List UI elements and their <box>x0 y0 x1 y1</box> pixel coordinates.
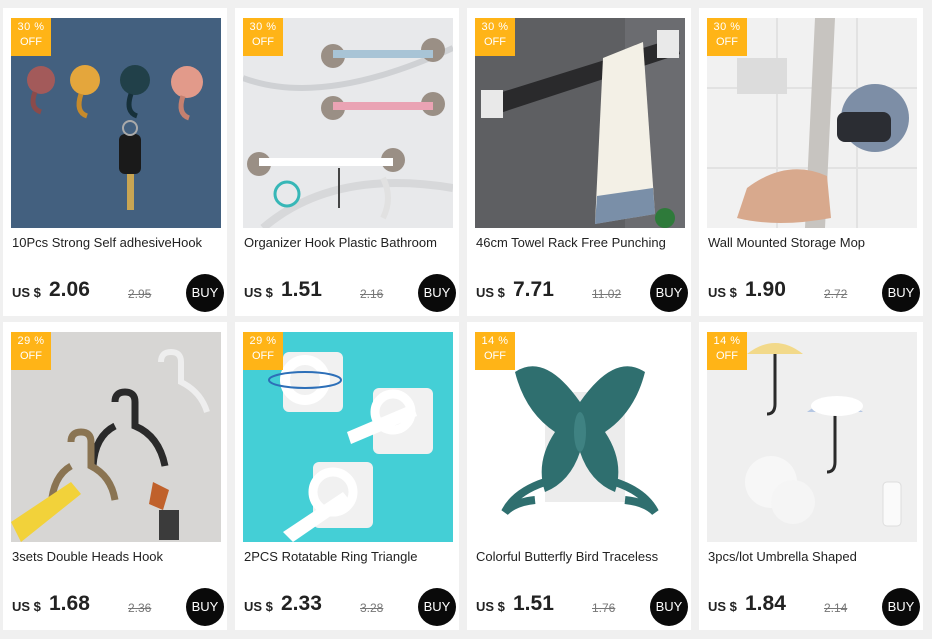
product-card[interactable]: 29 % OFF 2PCS Rotatable Ring Triangle US… <box>235 322 459 630</box>
discount-badge: 29 % OFF <box>11 332 51 370</box>
product-card[interactable]: 30 % OFF 46cm Towel Rack Free Punching U… <box>467 8 691 316</box>
product-card[interactable]: 30 % OFF 10Pcs Strong Self adhesiveHook … <box>3 8 227 316</box>
price-row: US $ 1.51 1.76 BUY <box>476 587 688 627</box>
currency-label: US $ <box>476 599 505 614</box>
original-price: 2.72 <box>824 287 848 301</box>
buy-button[interactable]: BUY <box>418 274 456 312</box>
product-card[interactable]: 14 % OFF Colorful Butterfly Bird Tracele… <box>467 322 691 630</box>
currency-label: US $ <box>12 599 41 614</box>
buy-button[interactable]: BUY <box>418 588 456 626</box>
discount-badge: 30 % OFF <box>11 18 51 56</box>
price: 1.51 <box>513 592 554 615</box>
currency-label: US $ <box>244 599 273 614</box>
buy-button[interactable]: BUY <box>186 588 224 626</box>
currency-label: US $ <box>708 285 737 300</box>
currency-label: US $ <box>708 599 737 614</box>
discount-badge: 30 % OFF <box>243 18 283 56</box>
product-title[interactable]: 10Pcs Strong Self adhesiveHook <box>12 235 222 250</box>
price: 1.84 <box>745 592 786 615</box>
discount-badge: 14 % OFF <box>707 332 747 370</box>
product-title[interactable]: 46cm Towel Rack Free Punching <box>476 235 686 250</box>
product-title[interactable]: Wall Mounted Storage Mop <box>708 235 918 250</box>
price: 1.68 <box>49 592 90 615</box>
price-row: US $ 1.90 2.72 BUY <box>708 273 920 313</box>
product-card[interactable]: 14 % OFF 3pcs/lot Umbrella Shaped US $ 1… <box>699 322 923 630</box>
buy-button[interactable]: BUY <box>650 274 688 312</box>
product-card[interactable]: 30 % OFF Organizer Hook Plastic Bathroom… <box>235 8 459 316</box>
original-price: 1.76 <box>592 601 616 615</box>
discount-badge: 30 % OFF <box>707 18 747 56</box>
product-title[interactable]: 2PCS Rotatable Ring Triangle <box>244 549 454 564</box>
buy-button[interactable]: BUY <box>650 588 688 626</box>
buy-button[interactable]: BUY <box>882 274 920 312</box>
product-card[interactable]: 29 % OFF 3sets Double Heads Hook US $ 1.… <box>3 322 227 630</box>
currency-label: US $ <box>244 285 273 300</box>
price-row: US $ 1.51 2.16 BUY <box>244 273 456 313</box>
product-title[interactable]: 3pcs/lot Umbrella Shaped <box>708 549 918 564</box>
product-title[interactable]: Colorful Butterfly Bird Traceless <box>476 549 686 564</box>
price: 1.51 <box>281 278 322 301</box>
price: 2.06 <box>49 278 90 301</box>
discount-badge: 29 % OFF <box>243 332 283 370</box>
price-row: US $ 7.71 11.02 BUY <box>476 273 688 313</box>
original-price: 2.95 <box>128 287 152 301</box>
currency-label: US $ <box>476 285 505 300</box>
original-price: 3.28 <box>360 601 384 615</box>
product-title[interactable]: 3sets Double Heads Hook <box>12 549 222 564</box>
currency-label: US $ <box>12 285 41 300</box>
buy-button[interactable]: BUY <box>186 274 224 312</box>
original-price: 2.16 <box>360 287 384 301</box>
price-row: US $ 1.68 2.36 BUY <box>12 587 224 627</box>
price: 1.90 <box>745 278 786 301</box>
price: 7.71 <box>513 278 554 301</box>
buy-button[interactable]: BUY <box>882 588 920 626</box>
price-row: US $ 2.06 2.95 BUY <box>12 273 224 313</box>
price: 2.33 <box>281 592 322 615</box>
price-row: US $ 1.84 2.14 BUY <box>708 587 920 627</box>
discount-badge: 30 % OFF <box>475 18 515 56</box>
original-price: 11.02 <box>592 287 622 301</box>
discount-badge: 14 % OFF <box>475 332 515 370</box>
price-row: US $ 2.33 3.28 BUY <box>244 587 456 627</box>
product-card[interactable]: 30 % OFF Wall Mounted Storage Mop US $ 1… <box>699 8 923 316</box>
original-price: 2.36 <box>128 601 152 615</box>
product-title[interactable]: Organizer Hook Plastic Bathroom <box>244 235 454 250</box>
original-price: 2.14 <box>824 601 848 615</box>
